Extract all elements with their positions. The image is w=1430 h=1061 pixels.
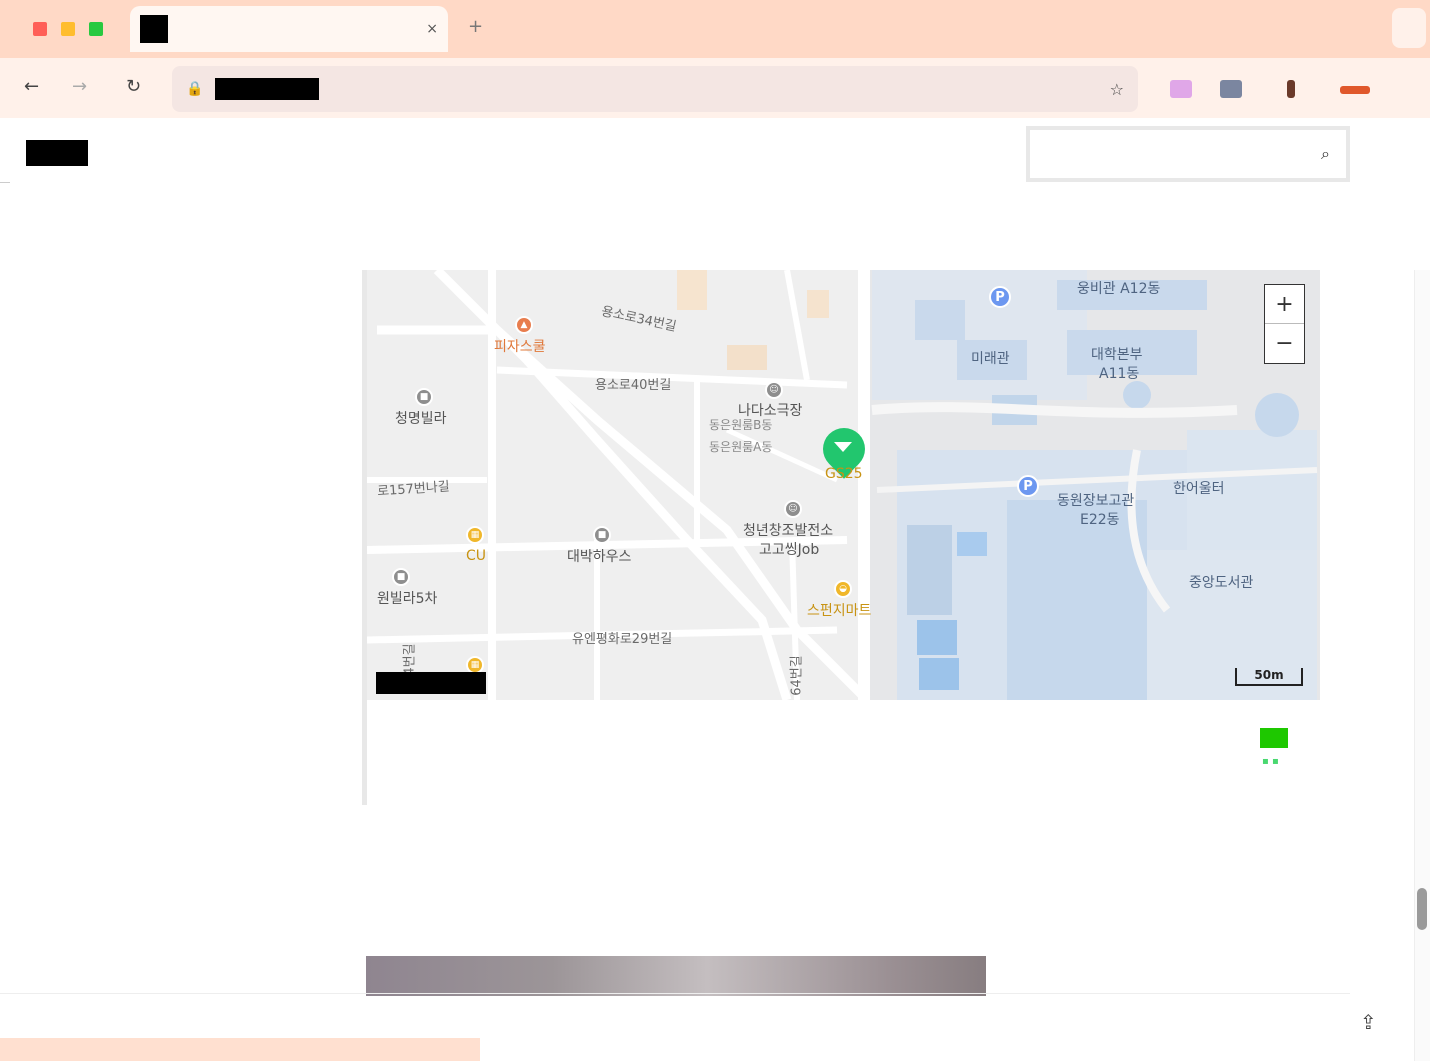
place-info[interactable]: ▪ ▪ <box>367 700 1320 805</box>
redacted-block <box>376 672 486 694</box>
address-bar[interactable]: 🔒 ☆ <box>172 66 1138 112</box>
search-input[interactable] <box>1046 146 1322 162</box>
poi-label[interactable]: 청명빌라 <box>395 408 447 428</box>
campus-label[interactable]: 동원장보고관 <box>1057 490 1134 510</box>
convenience-store-icon[interactable]: ▦ <box>466 526 484 544</box>
bookmark-star-icon[interactable]: ☆ <box>1110 80 1124 99</box>
site-logo[interactable] <box>26 140 88 166</box>
poi-label[interactable]: 청년창조발전소 <box>743 520 833 540</box>
extension-icon[interactable] <box>1170 80 1192 98</box>
poi-label[interactable]: 원빌라5차 <box>377 588 437 608</box>
restaurant-icon[interactable]: ▲ <box>515 316 533 334</box>
road-label: 4번길 <box>402 643 418 676</box>
minimize-window-button[interactable] <box>61 22 75 36</box>
poi-label[interactable]: 동은원룸B동 <box>709 416 772 433</box>
building-icon[interactable]: ■ <box>593 526 611 544</box>
extension-icon[interactable] <box>1220 80 1242 98</box>
poi-label[interactable]: CU <box>466 548 486 564</box>
sidebar-icon[interactable] <box>1287 80 1295 98</box>
tab-bar: × + <box>0 0 1430 58</box>
divider <box>0 993 1350 994</box>
zoom-control: + − <box>1264 284 1305 364</box>
redacted-block <box>215 78 320 100</box>
parking-icon[interactable]: P <box>989 286 1011 308</box>
search-icon[interactable]: ⌕ <box>1321 144 1330 164</box>
campus-label[interactable]: 웅비관 A12동 <box>1077 278 1160 298</box>
back-icon[interactable]: ← <box>24 76 39 97</box>
page-content: ⌕ 용소로34번길 용소로40번길 로157번나길 유엔평화로29번길 4번길 … <box>0 118 1414 1018</box>
poi-label[interactable]: 피자스쿨 <box>494 336 546 356</box>
scrollbar-thumb[interactable] <box>1417 888 1427 930</box>
close-window-button[interactable] <box>33 22 47 36</box>
poi-label[interactable]: 대박하우스 <box>567 546 631 566</box>
tab-close-icon[interactable]: × <box>426 21 438 37</box>
tab-active[interactable]: × <box>130 6 448 52</box>
zoom-in-button[interactable]: + <box>1265 285 1304 324</box>
browser-window: × + ← → ↻ 🔒 ☆ ⌕ 용소로34번길 용소로40번길 로157번나길 … <box>0 0 1430 1061</box>
campus-label[interactable]: 대학본부 <box>1091 344 1143 364</box>
parking-icon[interactable]: P <box>1017 475 1039 497</box>
tab-favicon <box>140 15 168 43</box>
scale-bar: 50m <box>1235 668 1303 686</box>
tab-overview-button[interactable] <box>1392 8 1426 48</box>
road-label: 유엔평화로29번길 <box>572 632 673 647</box>
forward-icon[interactable]: → <box>72 76 87 97</box>
map-view[interactable]: 용소로34번길 용소로40번길 로157번나길 유엔평화로29번길 4번길 64… <box>367 270 1320 700</box>
reload-icon[interactable]: ↻ <box>126 76 141 97</box>
poi-label[interactable]: 동은원룸A동 <box>709 438 772 455</box>
menu-icon[interactable] <box>1340 86 1370 94</box>
campus-label[interactable]: A11동 <box>1099 363 1139 383</box>
lock-icon: 🔒 <box>186 81 204 97</box>
road-label: 용소로40번길 <box>595 378 672 393</box>
status-bar <box>0 1038 480 1061</box>
poi-label[interactable]: 고고씽Job <box>759 539 819 559</box>
new-tab-icon[interactable]: + <box>468 16 483 37</box>
zoom-out-button[interactable]: − <box>1265 324 1304 363</box>
building-icon[interactable]: ■ <box>392 568 410 586</box>
office-icon[interactable]: ☺ <box>784 500 802 518</box>
campus-label[interactable]: 한어울터 <box>1173 478 1225 498</box>
building-icon[interactable]: ■ <box>415 388 433 406</box>
map-provider-dots-icon: ▪ ▪ <box>1262 756 1279 767</box>
maximize-window-button[interactable] <box>89 22 103 36</box>
poi-label[interactable]: 스펀지마트 <box>807 600 871 620</box>
mart-icon[interactable]: ◒ <box>834 580 852 598</box>
campus-label[interactable]: 중앙도서관 <box>1189 572 1253 592</box>
pin-arrow-icon <box>834 442 852 452</box>
campus-label[interactable]: 미래관 <box>971 348 1010 368</box>
map-card: 용소로34번길 용소로40번길 로157번나길 유엔평화로29번길 4번길 64… <box>362 270 1320 805</box>
divider <box>0 182 10 183</box>
scrollbar-track[interactable] <box>1414 270 1430 1061</box>
theater-icon[interactable]: ☺ <box>765 381 783 399</box>
poi-label[interactable]: GS25 <box>825 466 863 482</box>
campus-label[interactable]: E22동 <box>1080 509 1120 529</box>
road-label: 64번길 <box>789 655 805 696</box>
share-icon[interactable]: ⇪ <box>1360 1010 1390 1040</box>
map-provider-logo[interactable] <box>1260 728 1288 748</box>
search-box[interactable]: ⌕ <box>1026 126 1350 182</box>
content-image <box>366 956 986 996</box>
